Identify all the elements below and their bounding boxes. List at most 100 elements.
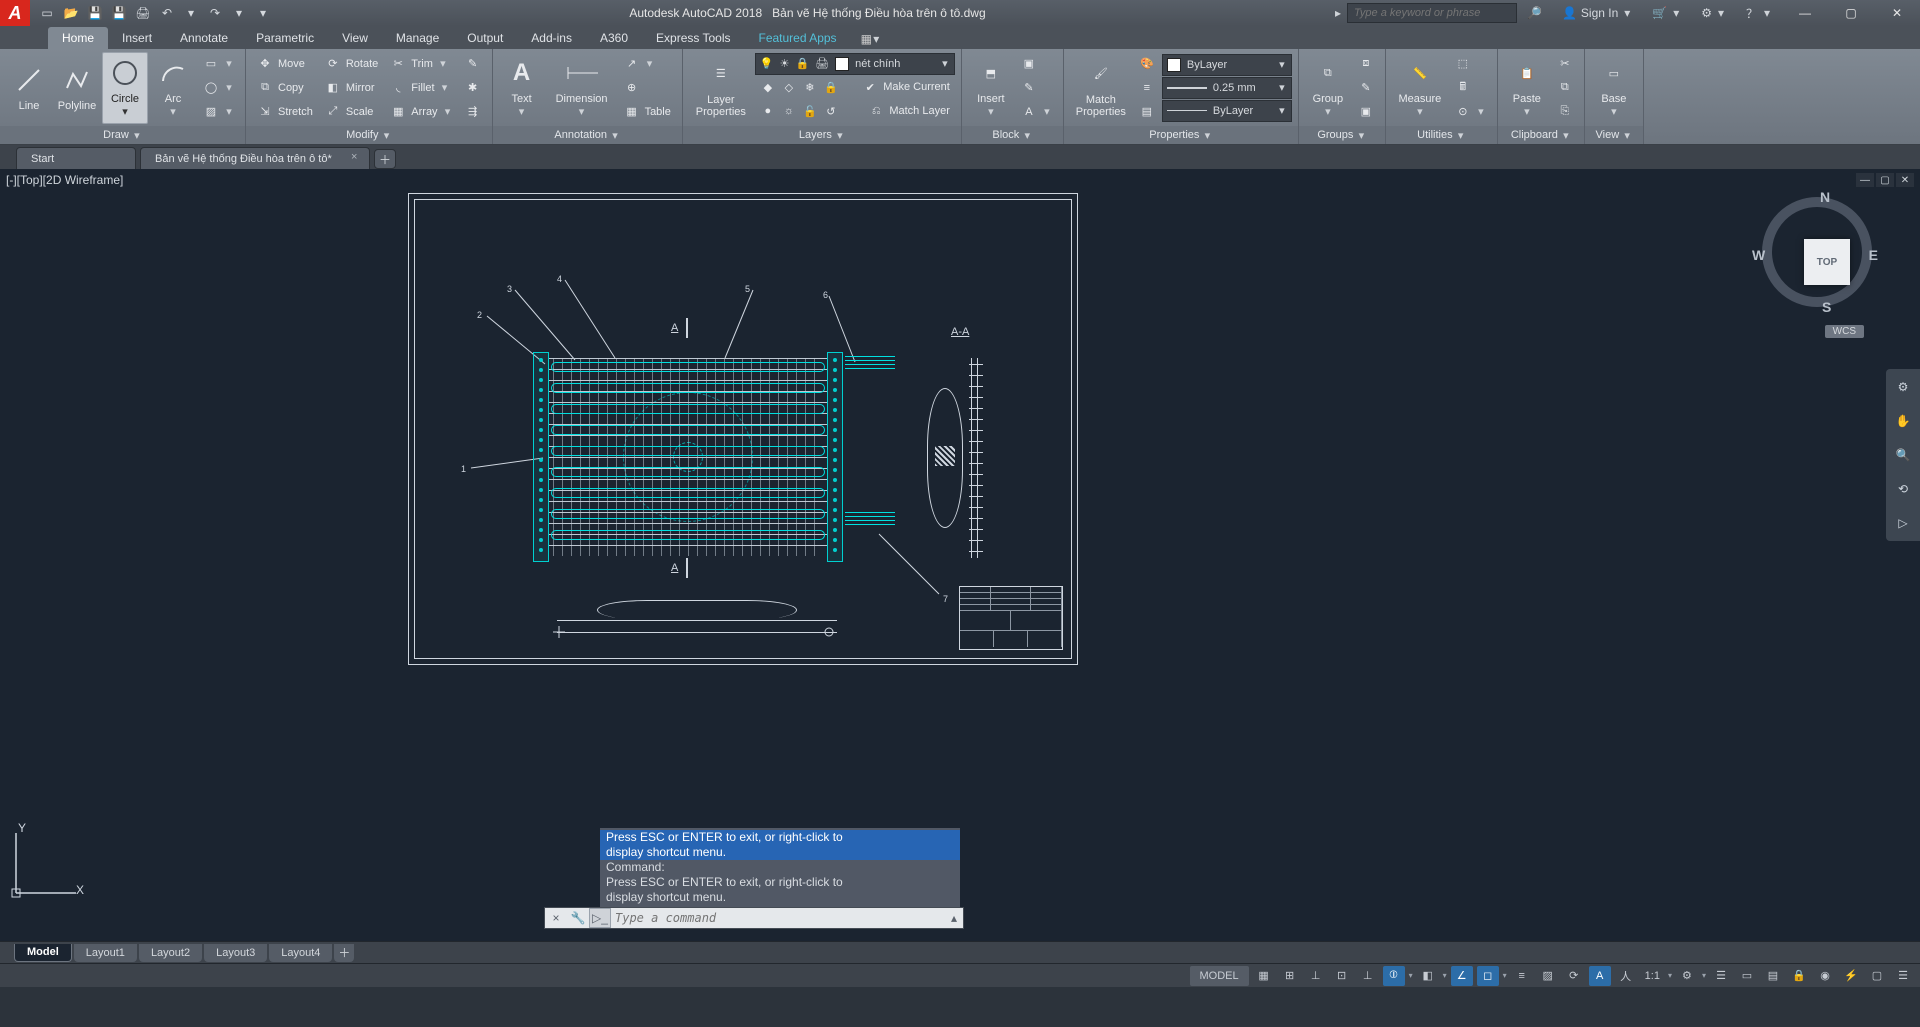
layout-model[interactable]: Model bbox=[14, 944, 72, 962]
copy-base-button[interactable]: ⎘ bbox=[1552, 100, 1578, 123]
layout-2[interactable]: Layout2 bbox=[139, 944, 202, 962]
isodraft-icon[interactable]: ◧ bbox=[1417, 966, 1439, 986]
layout-3[interactable]: Layout3 bbox=[204, 944, 267, 962]
cmd-customize-icon[interactable]: 🔧 bbox=[567, 908, 589, 928]
color-combo[interactable]: ByLayer▾ bbox=[1162, 54, 1292, 76]
add-layout-button[interactable]: ＋ bbox=[334, 944, 354, 962]
offset-button[interactable]: ⇶ bbox=[460, 100, 486, 123]
status-model[interactable]: MODEL bbox=[1190, 966, 1249, 986]
layer-unlock-icon[interactable]: 🔓 bbox=[802, 103, 818, 119]
panel-draw-title[interactable]: Draw ▾ bbox=[0, 126, 245, 144]
orbit-icon[interactable]: ⟲ bbox=[1891, 477, 1915, 501]
steering-wheel-icon[interactable]: ⚙ bbox=[1891, 375, 1915, 399]
showmotion-icon[interactable]: ▷ bbox=[1891, 511, 1915, 535]
search-input[interactable] bbox=[1347, 3, 1517, 23]
maximize-button[interactable]: ▢ bbox=[1828, 0, 1874, 26]
layer-iso-icon[interactable]: ◆ bbox=[760, 79, 776, 95]
saveas-icon[interactable]: 💾 bbox=[110, 4, 128, 22]
viewport-label[interactable]: [-][Top][2D Wireframe] bbox=[6, 173, 123, 187]
tab-manage[interactable]: Manage bbox=[382, 27, 453, 49]
panel-groups-title[interactable]: Groups ▾ bbox=[1299, 126, 1385, 144]
cycling-icon[interactable]: ⟳ bbox=[1563, 966, 1585, 986]
centerline-button[interactable]: ⊕ bbox=[619, 76, 676, 99]
tab-output[interactable]: Output bbox=[453, 27, 517, 49]
move-button[interactable]: ✥Move bbox=[252, 52, 318, 75]
vp-minimize-icon[interactable]: — bbox=[1856, 173, 1874, 187]
edit-block-button[interactable]: ✎ bbox=[1016, 76, 1057, 99]
close-button[interactable]: ✕ bbox=[1874, 0, 1920, 26]
table-button[interactable]: ▦Table bbox=[619, 100, 676, 123]
array-button[interactable]: ▦Array▾ bbox=[385, 100, 457, 123]
panel-block-title[interactable]: Block ▾ bbox=[962, 126, 1063, 144]
point-button[interactable]: ⊙▾ bbox=[1450, 100, 1491, 123]
drawing-area[interactable]: [-][Top][2D Wireframe] — ▢ ✕ TOP N S E W… bbox=[0, 169, 1920, 941]
polyline-button[interactable]: Polyline bbox=[54, 52, 100, 124]
annotation-visibility-icon[interactable]: 人 bbox=[1615, 966, 1637, 986]
base-view-button[interactable]: ▭Base▾ bbox=[1591, 52, 1637, 124]
help-icon[interactable]: ？▾ bbox=[1736, 0, 1782, 26]
tab-parametric[interactable]: Parametric bbox=[242, 27, 328, 49]
props-palette-button[interactable]: ▤ bbox=[1134, 100, 1160, 123]
stretch-button[interactable]: ⇲Stretch bbox=[252, 100, 318, 123]
group-button[interactable]: ⧉Group▾ bbox=[1305, 52, 1351, 124]
make-current-button[interactable]: Make Current bbox=[883, 81, 950, 93]
match-layer-icon[interactable]: ⎌ bbox=[868, 103, 884, 119]
fillet-button[interactable]: ◟Fillet▾ bbox=[385, 76, 457, 99]
workspace-icon[interactable]: ⚙ bbox=[1676, 966, 1698, 986]
list-button[interactable]: ≡ bbox=[1134, 76, 1160, 99]
cmd-prompt-icon[interactable]: ▷_ bbox=[589, 908, 611, 928]
mirror-button[interactable]: ◧Mirror bbox=[320, 76, 383, 99]
tab-annotate[interactable]: Annotate bbox=[166, 27, 242, 49]
redo-dropdown-icon[interactable]: ▾ bbox=[230, 4, 248, 22]
viewcube-w[interactable]: W bbox=[1752, 247, 1765, 263]
panel-properties-title[interactable]: Properties ▾ bbox=[1064, 126, 1298, 144]
panel-layers-title[interactable]: Layers ▾ bbox=[683, 126, 961, 144]
insert-block-button[interactable]: ⬒Insert▾ bbox=[968, 52, 1014, 124]
layout-4[interactable]: Layout4 bbox=[269, 944, 332, 962]
layer-thaw-icon[interactable]: ☼ bbox=[781, 103, 797, 119]
undo-icon[interactable]: ↶ bbox=[158, 4, 176, 22]
hardware-accel-icon[interactable]: ⚡ bbox=[1840, 966, 1862, 986]
print-icon[interactable]: 🖨 bbox=[134, 4, 152, 22]
tab-view[interactable]: View bbox=[328, 27, 382, 49]
match-properties-button[interactable]: 🖌Match Properties bbox=[1070, 52, 1132, 124]
exchange-icon[interactable]: 🛒▾ bbox=[1642, 0, 1691, 26]
create-block-button[interactable]: ▣ bbox=[1016, 52, 1057, 75]
grid-icon[interactable]: ▦ bbox=[1253, 966, 1275, 986]
dynamic-input-icon[interactable]: ⊡ bbox=[1331, 966, 1353, 986]
ortho-icon[interactable]: ⊥ bbox=[1357, 966, 1379, 986]
ribbon-options-icon[interactable]: ▦▾ bbox=[861, 29, 881, 49]
viewcube-n[interactable]: N bbox=[1820, 189, 1830, 205]
signin-button[interactable]: 👤 Sign In ▾ bbox=[1552, 0, 1642, 26]
tab-featured[interactable]: Featured Apps bbox=[745, 27, 851, 49]
minimize-button[interactable]: — bbox=[1782, 0, 1828, 26]
osnap-icon[interactable]: ∠ bbox=[1451, 966, 1473, 986]
trim-button[interactable]: ✂Trim▾ bbox=[385, 52, 457, 75]
quick-calc-button[interactable]: 🖩 bbox=[1450, 76, 1491, 99]
annotation-scale-icon[interactable]: A bbox=[1589, 966, 1611, 986]
circle-button[interactable]: Circle▾ bbox=[102, 52, 148, 124]
lock-ui-icon[interactable]: 🔒 bbox=[1788, 966, 1810, 986]
copy-button[interactable]: ⧉Copy bbox=[252, 76, 318, 99]
layout-1[interactable]: Layout1 bbox=[74, 944, 137, 962]
clean-screen-icon[interactable]: ▢ bbox=[1866, 966, 1888, 986]
text-button[interactable]: AText▾ bbox=[499, 52, 545, 124]
cmd-recent-icon[interactable]: ▴ bbox=[945, 911, 963, 925]
match-layer-button[interactable]: Match Layer bbox=[889, 105, 950, 117]
command-input[interactable] bbox=[611, 911, 945, 925]
isolate-icon[interactable]: ◉ bbox=[1814, 966, 1836, 986]
redo-icon[interactable]: ↷ bbox=[206, 4, 224, 22]
ungroup-button[interactable]: ⧈ bbox=[1353, 52, 1379, 75]
new-tab-button[interactable]: ＋ bbox=[374, 149, 396, 169]
linetype-combo[interactable]: ByLayer▾ bbox=[1162, 100, 1292, 122]
lineweight-combo[interactable]: 0.25 mm▾ bbox=[1162, 77, 1292, 99]
viewcube[interactable]: TOP N S E W bbox=[1752, 187, 1882, 317]
layer-off-icon[interactable]: ◇ bbox=[781, 79, 797, 95]
tab-insert[interactable]: Insert bbox=[108, 27, 166, 49]
new-icon[interactable]: ▭ bbox=[38, 4, 56, 22]
ucs-icon[interactable]: X Y bbox=[6, 823, 86, 903]
group-select-button[interactable]: ▣ bbox=[1353, 100, 1379, 123]
rotate-button[interactable]: ⟳Rotate bbox=[320, 52, 383, 75]
qat-customize-icon[interactable]: ▾ bbox=[254, 4, 272, 22]
panel-clipboard-title[interactable]: Clipboard ▾ bbox=[1498, 126, 1584, 144]
